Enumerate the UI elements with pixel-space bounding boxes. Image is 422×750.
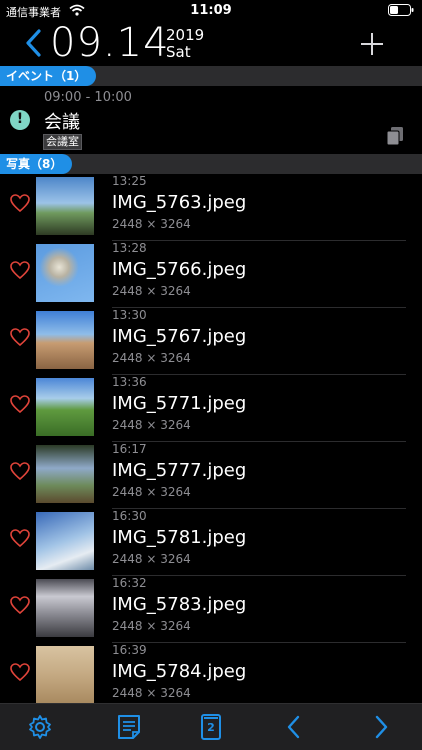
photo-dimensions: 2448 × 3264 xyxy=(112,418,191,432)
photo-row[interactable]: 13:30 IMG_5767.jpeg 2448 × 3264 xyxy=(0,308,422,375)
event-time: 09:00 - 10:00 xyxy=(44,90,132,105)
photo-filename: IMG_5781.jpeg xyxy=(112,527,247,548)
weekday-label: Sat xyxy=(166,43,191,61)
status-time: 11:09 xyxy=(190,3,232,18)
bottom-toolbar: 2 xyxy=(0,703,422,750)
photo-dimensions: 2448 × 3264 xyxy=(112,217,191,231)
plus-icon[interactable] xyxy=(360,32,384,56)
heart-icon[interactable] xyxy=(10,596,30,614)
photo-time: 13:30 xyxy=(112,308,147,322)
photo-thumbnail[interactable] xyxy=(36,244,94,302)
photo-dimensions: 2448 × 3264 xyxy=(112,351,191,365)
photo-time: 16:39 xyxy=(112,643,147,657)
photo-row[interactable]: 16:30 IMG_5781.jpeg 2448 × 3264 xyxy=(0,509,422,576)
photo-thumbnail[interactable] xyxy=(36,311,94,369)
event-row[interactable]: ! 09:00 - 10:00 会議 会議室 xyxy=(0,86,422,154)
photo-row[interactable]: 16:32 IMG_5783.jpeg 2448 × 3264 xyxy=(0,576,422,643)
document-icon[interactable] xyxy=(116,714,142,740)
photo-time: 16:17 xyxy=(112,442,147,456)
photo-dimensions: 2448 × 3264 xyxy=(112,552,191,566)
photo-filename: IMG_5783.jpeg xyxy=(112,594,247,615)
photo-row[interactable]: 13:28 IMG_5766.jpeg 2448 × 3264 xyxy=(0,241,422,308)
heart-icon[interactable] xyxy=(10,328,30,346)
photo-thumbnail[interactable] xyxy=(36,579,94,637)
back-chevron-icon[interactable] xyxy=(24,28,42,58)
chevron-left-icon[interactable] xyxy=(281,714,307,740)
photo-filename: IMG_5767.jpeg xyxy=(112,326,247,347)
photo-row[interactable]: 16:39 IMG_5784.jpeg 2448 × 3264 xyxy=(0,643,422,710)
photo-time: 13:25 xyxy=(112,174,147,188)
events-section-header: イベント（1） xyxy=(0,66,422,86)
photo-time: 13:36 xyxy=(112,375,147,389)
heart-icon[interactable] xyxy=(10,663,30,681)
heart-icon[interactable] xyxy=(10,261,30,279)
photo-thumbnail[interactable] xyxy=(36,646,94,704)
photo-row[interactable]: 13:25 IMG_5763.jpeg 2448 × 3264 xyxy=(0,174,422,241)
photo-time: 16:30 xyxy=(112,509,147,523)
events-section-label: イベント（1） xyxy=(0,66,97,86)
photo-thumbnail[interactable] xyxy=(36,512,94,570)
event-location-tag: 会議室 xyxy=(43,134,82,150)
photo-thumbnail[interactable] xyxy=(36,177,94,235)
battery-icon xyxy=(388,4,414,16)
photo-thumbnail[interactable] xyxy=(36,445,94,503)
photo-row[interactable]: 13:36 IMG_5771.jpeg 2448 × 3264 xyxy=(0,375,422,442)
copy-icon[interactable] xyxy=(386,126,404,146)
date-title: 09.14 xyxy=(50,20,170,66)
photo-filename: IMG_5777.jpeg xyxy=(112,460,247,481)
photo-time: 16:32 xyxy=(112,576,147,590)
photos-section-header: 写真（8） xyxy=(0,154,422,174)
page-icon[interactable]: 2 xyxy=(198,714,224,740)
photo-filename: IMG_5771.jpeg xyxy=(112,393,247,414)
photo-time: 13:28 xyxy=(112,241,147,255)
photo-filename: IMG_5763.jpeg xyxy=(112,192,247,213)
photo-dimensions: 2448 × 3264 xyxy=(112,485,191,499)
event-title: 会議 xyxy=(44,112,80,133)
heart-icon[interactable] xyxy=(10,194,30,212)
page-badge: 2 xyxy=(207,721,215,734)
date-header: 09.14 2019 Sat xyxy=(0,20,422,66)
photo-row[interactable]: 16:17 IMG_5777.jpeg 2448 × 3264 xyxy=(0,442,422,509)
photo-filename: IMG_5766.jpeg xyxy=(112,259,247,280)
heart-icon[interactable] xyxy=(10,529,30,547)
status-bar: 通信事業者 11:09 xyxy=(0,0,422,22)
gear-icon[interactable] xyxy=(27,714,53,740)
heart-icon[interactable] xyxy=(10,395,30,413)
photo-thumbnail[interactable] xyxy=(36,378,94,436)
photo-dimensions: 2448 × 3264 xyxy=(112,686,191,700)
photo-dimensions: 2448 × 3264 xyxy=(112,619,191,633)
photos-section-label: 写真（8） xyxy=(0,154,73,174)
heart-icon[interactable] xyxy=(10,462,30,480)
photo-dimensions: 2448 × 3264 xyxy=(112,284,191,298)
chevron-right-icon[interactable] xyxy=(368,714,394,740)
photo-filename: IMG_5784.jpeg xyxy=(112,661,247,682)
year-label: 2019 xyxy=(166,26,205,44)
alert-icon: ! xyxy=(10,110,30,130)
